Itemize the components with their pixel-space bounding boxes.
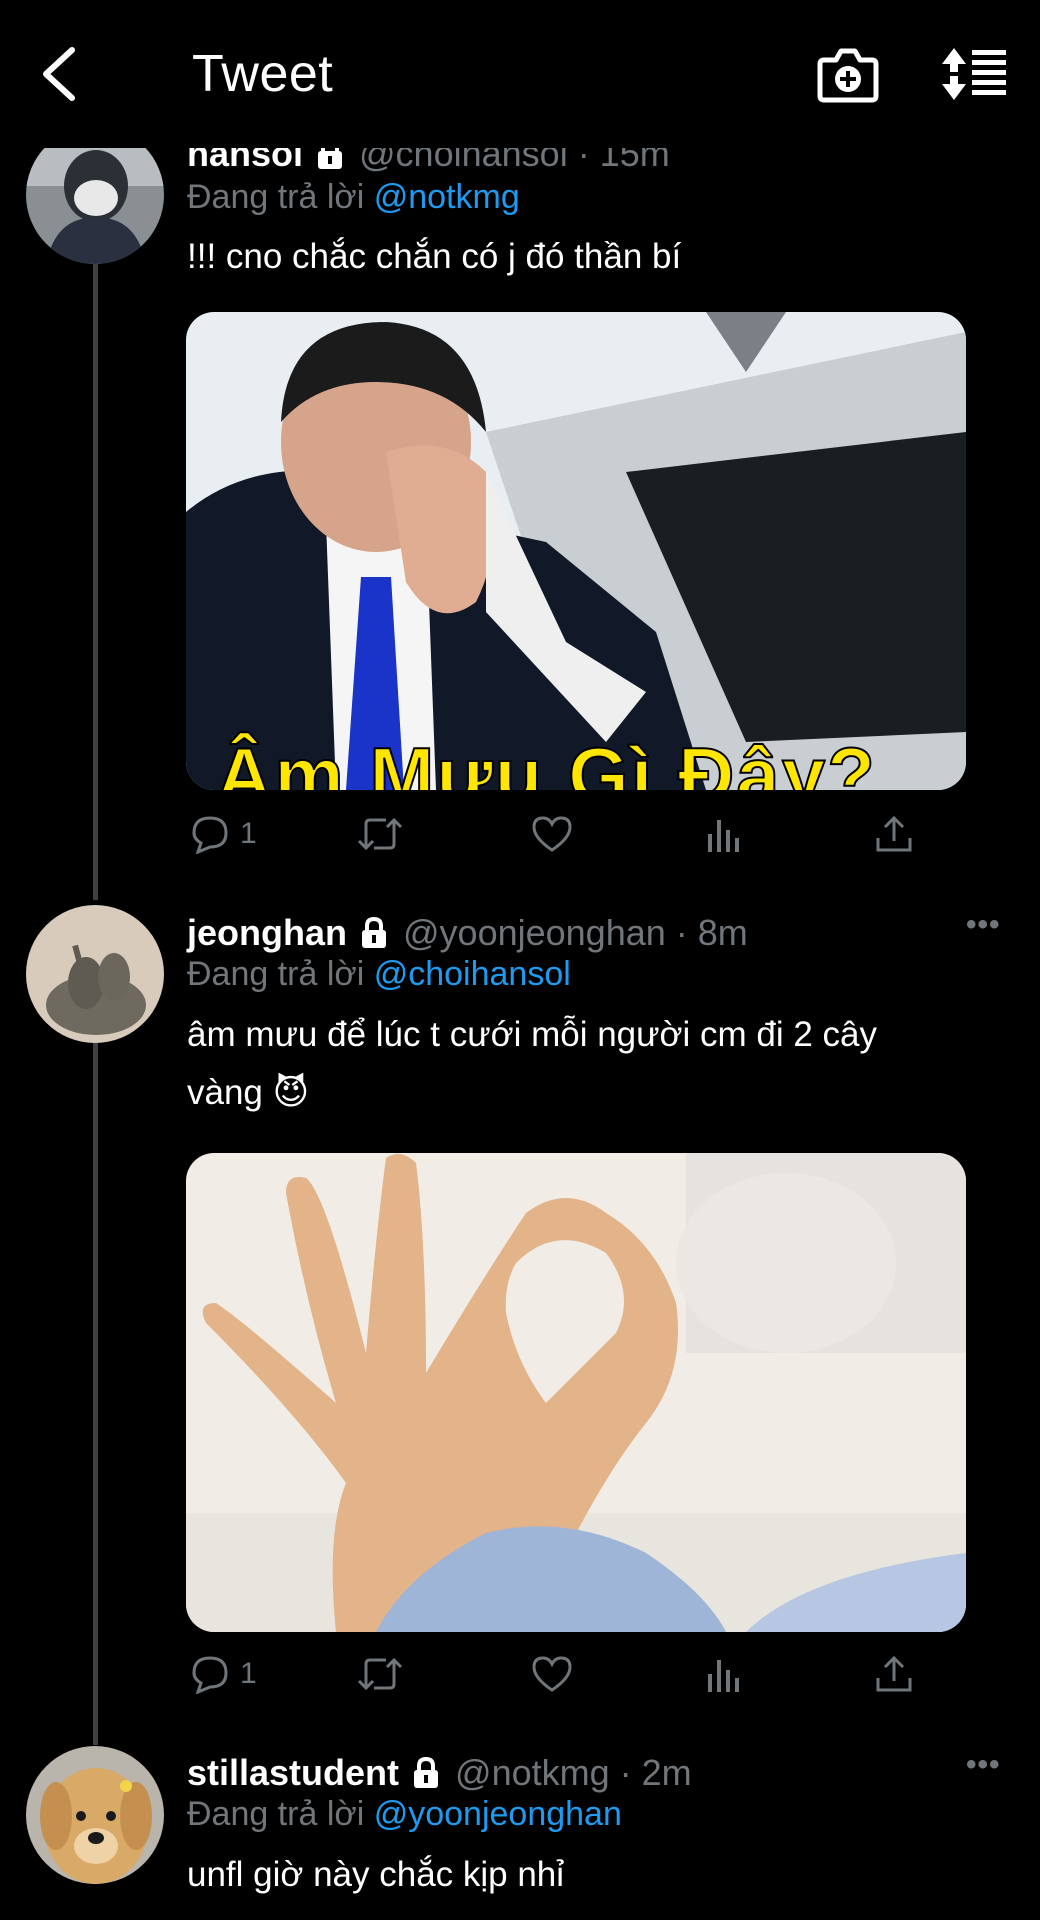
reply-count: 1 (240, 817, 257, 850)
tweet-text: âm mưu để lúc t cưới mỗi người cm đi 2 c… (187, 1006, 987, 1122)
tweet-actions: 1 (186, 814, 946, 864)
top-bar: Tweet (0, 0, 1040, 148)
retweet-icon (357, 1657, 403, 1691)
avatar[interactable] (26, 1746, 164, 1884)
retweet-button[interactable] (356, 814, 404, 854)
image-caption: Âm Mưu Gì Đây? (215, 730, 877, 790)
analytics-button[interactable] (704, 1654, 744, 1694)
like-button[interactable] (530, 1654, 574, 1694)
like-button[interactable] (530, 814, 574, 854)
reply-mention[interactable]: @choihansol (374, 955, 571, 993)
lock-icon (414, 1756, 439, 1788)
reply-count: 1 (240, 1657, 257, 1690)
tweet-image[interactable]: Âm Mưu Gì Đây? (186, 312, 966, 790)
tweet-actions: 1 (186, 1654, 946, 1704)
reply-icon (192, 1656, 228, 1694)
heart-icon (532, 816, 572, 852)
reply-prefix: Đang trả lời (187, 178, 365, 216)
analytics-icon (708, 820, 739, 852)
tweet-header: stillastudent @notkmg · 2m (187, 1750, 692, 1796)
share-button[interactable] (874, 814, 914, 854)
tweet-text: unfl giờ này chắc kịp nhỉ (187, 1855, 565, 1894)
tweet-header: jeonghan @yoonjeonghan · 8m (187, 910, 748, 956)
replying-to: Đang trả lời @yoonjeonghan (187, 1795, 622, 1834)
lock-icon (362, 916, 386, 948)
thread-connector (93, 260, 98, 900)
avatar[interactable] (26, 905, 164, 1043)
display-name[interactable]: stillastudent (187, 1752, 399, 1794)
tweet-text: !!! cno chắc chắn có j đó thần bí (187, 237, 682, 276)
handle-and-time: @notkmg · 2m (455, 1752, 692, 1793)
heart-icon (532, 1656, 572, 1692)
more-options-icon[interactable]: ••• (966, 908, 1001, 942)
reply-button[interactable]: 1 (190, 814, 257, 854)
reply-prefix: Đang trả lời (187, 955, 365, 993)
share-icon (876, 1655, 912, 1692)
tweet-text-line: âm mưu để lúc t cưới mỗi người cm đi 2 c… (187, 1015, 878, 1054)
tweet-image[interactable] (186, 1153, 966, 1632)
reply-prefix: Đang trả lời (187, 1795, 365, 1833)
display-name[interactable]: jeonghan (187, 912, 347, 954)
reply-button[interactable]: 1 (190, 1654, 257, 1694)
handle-and-time: @yoonjeonghan · 8m (403, 912, 748, 953)
retweet-button[interactable] (356, 1654, 404, 1694)
share-button[interactable] (874, 1654, 914, 1694)
more-options-icon[interactable]: ••• (966, 1748, 1001, 1782)
thread-connector (93, 1040, 98, 1745)
sort-arrows-icon (942, 48, 1006, 100)
camera-plus-icon (817, 48, 879, 103)
reply-icon (192, 816, 228, 854)
analytics-icon (708, 1660, 739, 1692)
retweet-icon (357, 817, 403, 851)
share-icon (876, 815, 912, 852)
chevron-left-icon (43, 47, 75, 101)
reply-mention[interactable]: @notkmg (374, 178, 520, 216)
camera-button[interactable] (816, 44, 880, 106)
reply-mention[interactable]: @yoonjeonghan (374, 1795, 622, 1833)
back-button[interactable] (34, 46, 84, 102)
page-title: Tweet (192, 45, 334, 103)
tweet-text-line: vàng 😈 (187, 1073, 310, 1112)
analytics-button[interactable] (704, 814, 744, 854)
sort-button[interactable] (940, 46, 1008, 102)
replying-to: Đang trả lời @notkmg (187, 178, 520, 217)
replying-to: Đang trả lời @choihansol (187, 955, 571, 994)
